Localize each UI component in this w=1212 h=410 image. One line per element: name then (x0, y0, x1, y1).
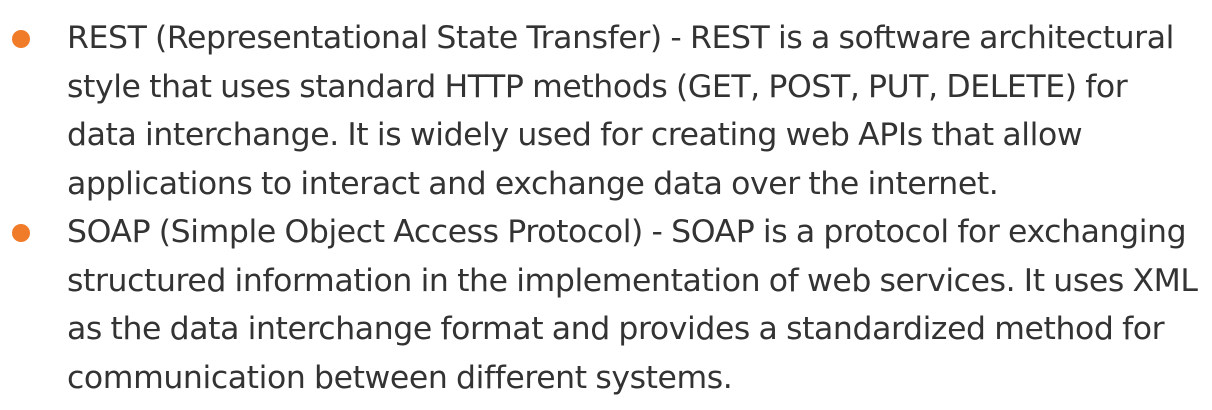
bullet-list: REST (Representational State Transfer) -… (0, 14, 1212, 402)
bullet-dot-icon (12, 224, 30, 242)
bullet-text-soap: SOAP (Simple Object Access Protocol) - S… (67, 214, 1198, 396)
bullet-item-soap: SOAP (Simple Object Access Protocol) - S… (0, 208, 1212, 402)
bullet-dot-icon (12, 30, 30, 48)
bullet-item-rest: REST (Representational State Transfer) -… (0, 14, 1212, 208)
bullet-text-rest: REST (Representational State Transfer) -… (67, 20, 1174, 202)
